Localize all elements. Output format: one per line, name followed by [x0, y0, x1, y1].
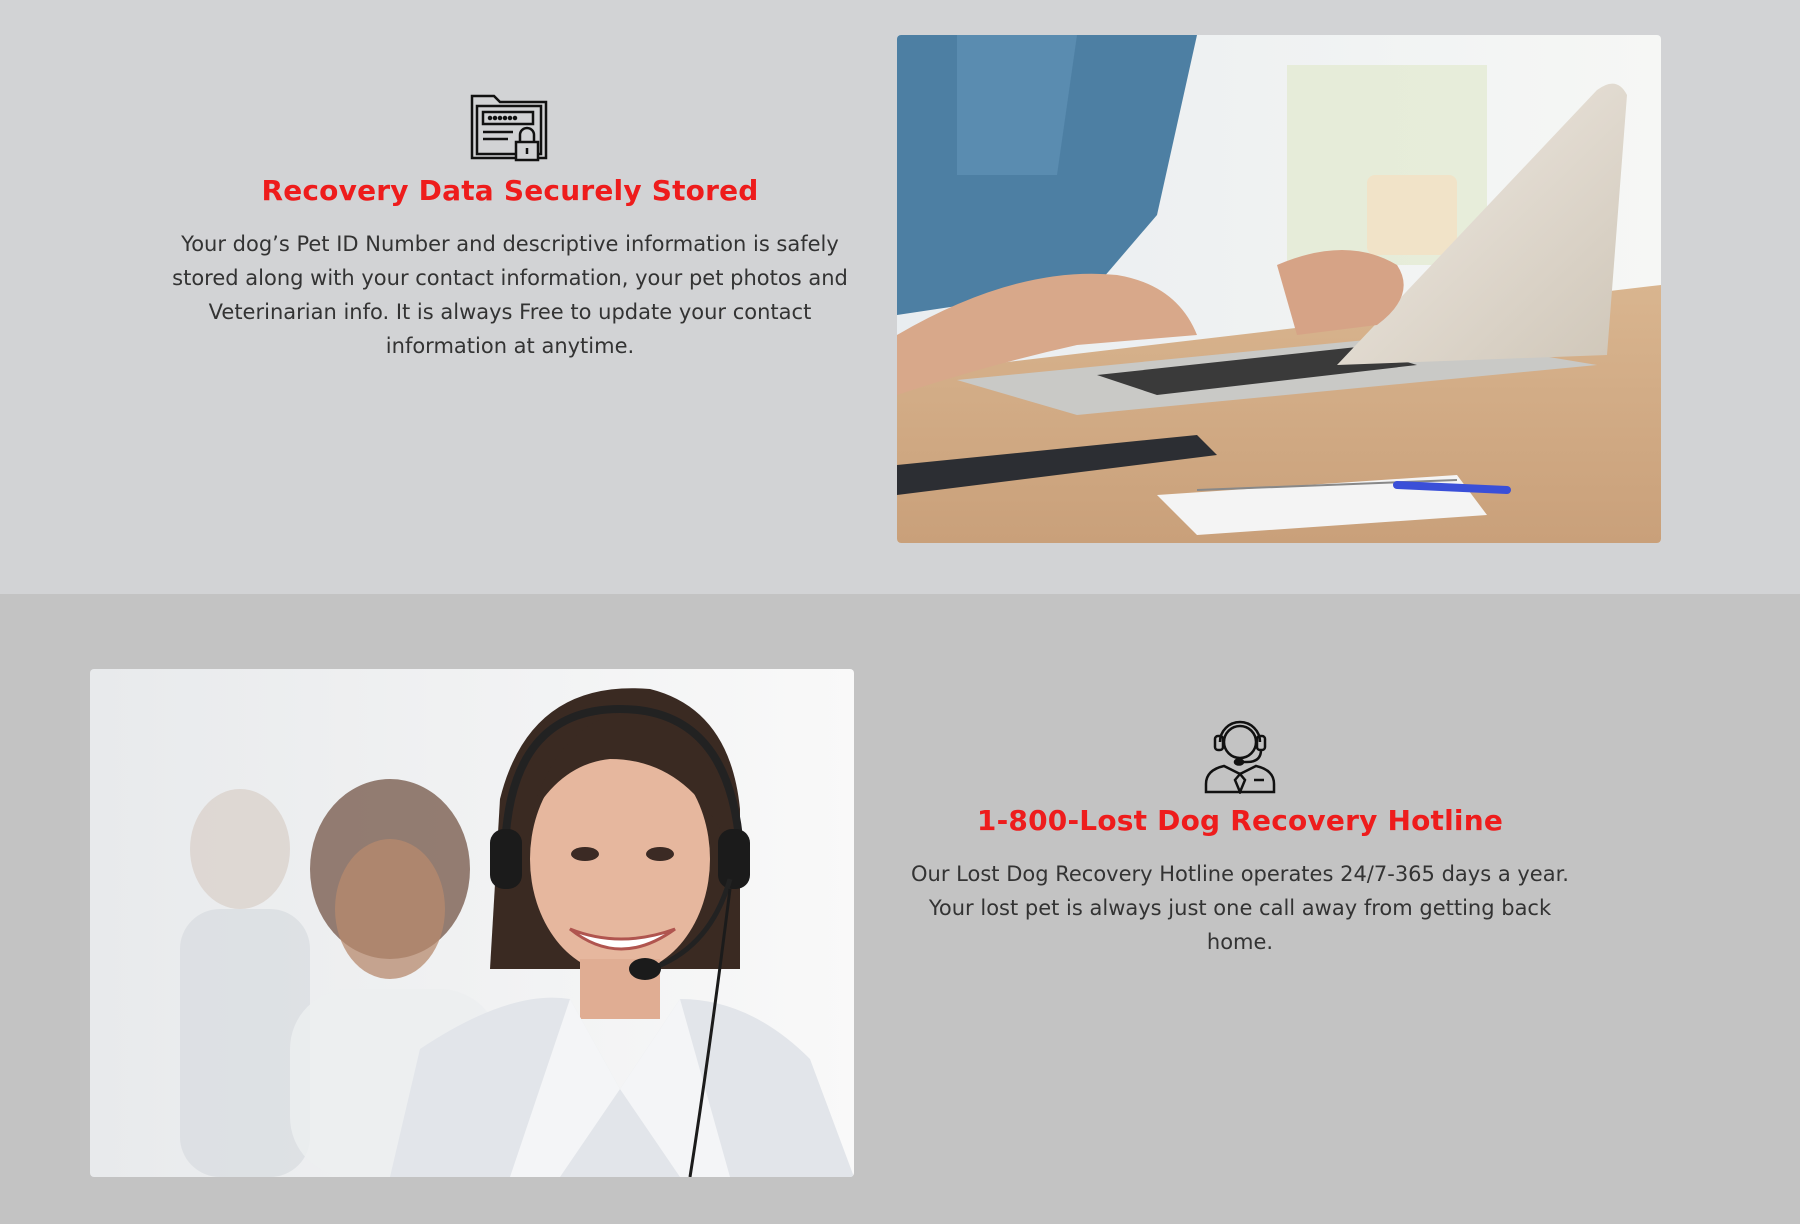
call-center-agent-photo	[90, 669, 854, 1177]
secure-storage-feature: Recovery Data Securely Stored Your dog’s…	[150, 88, 870, 363]
hotline-feature: 1-800-Lost Dog Recovery Hotline Our Lost…	[880, 714, 1600, 959]
hotline-section: 1-800-Lost Dog Recovery Hotline Our Lost…	[0, 594, 1800, 1224]
secure-storage-title: Recovery Data Securely Stored	[261, 174, 759, 207]
person-typing-on-laptop-photo	[897, 35, 1661, 543]
hotline-title: 1-800-Lost Dog Recovery Hotline	[976, 804, 1504, 837]
secure-folder-lock-icon	[470, 94, 548, 162]
headset-agent-icon	[1204, 720, 1276, 794]
secure-storage-section: Recovery Data Securely Stored Your dog’s…	[0, 0, 1800, 594]
hotline-description: Our Lost Dog Recovery Hotline operates 2…	[911, 862, 1569, 954]
secure-storage-description: Your dog’s Pet ID Number and descriptive…	[172, 232, 848, 358]
